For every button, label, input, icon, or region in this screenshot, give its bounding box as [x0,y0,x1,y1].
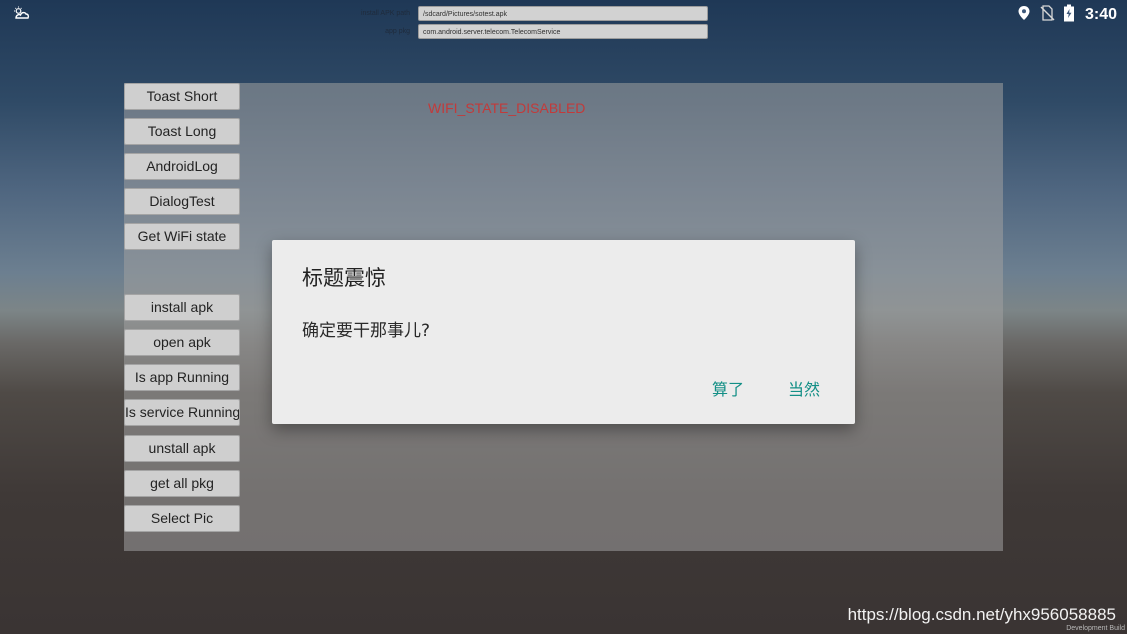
unstall-apk-button[interactable]: unstall apk [124,435,240,462]
install-apk-button[interactable]: install apk [124,294,240,321]
top-fields: install APK path /sdcard/Pictures/sotest… [0,0,1127,50]
development-build-label: Development Build [1066,625,1125,632]
dialog-test-button[interactable]: DialogTest [124,188,240,215]
apk-path-field[interactable]: /sdcard/Pictures/sotest.apk [418,6,708,21]
open-apk-button[interactable]: open apk [124,329,240,356]
app-pkg-field[interactable]: com.android.server.telecom.TelecomServic… [418,24,708,39]
is-service-running-button[interactable]: Is service Running [124,399,240,426]
apk-path-row: install APK path /sdcard/Pictures/sotest… [290,6,708,21]
app-pkg-label: app pkg [385,28,410,35]
dialog-message: 确定要干那事儿? [302,321,431,341]
is-app-running-button[interactable]: Is app Running [124,364,240,391]
toast-short-button[interactable]: Toast Short [124,83,240,110]
wifi-state-text: WIFI_STATE_DISABLED [428,100,586,116]
dialog-title: 标题震惊 [302,266,386,290]
select-pic-button[interactable]: Select Pic [124,505,240,532]
dialog-cancel-button[interactable]: 算了 [712,376,744,400]
dialog-ok-button[interactable]: 当然 [788,376,820,400]
alert-dialog: 标题震惊 确定要干那事儿? 算了 当然 [272,240,855,424]
app-pkg-row: app pkg com.android.server.telecom.Telec… [290,24,708,39]
watermark-url: https://blog.csdn.net/yhx956058885 [847,605,1116,624]
apk-path-label: install APK path [360,10,410,17]
android-log-button[interactable]: AndroidLog [124,153,240,180]
get-wifi-state-button[interactable]: Get WiFi state [124,223,240,250]
get-all-pkg-button[interactable]: get all pkg [124,470,240,497]
toast-long-button[interactable]: Toast Long [124,118,240,145]
